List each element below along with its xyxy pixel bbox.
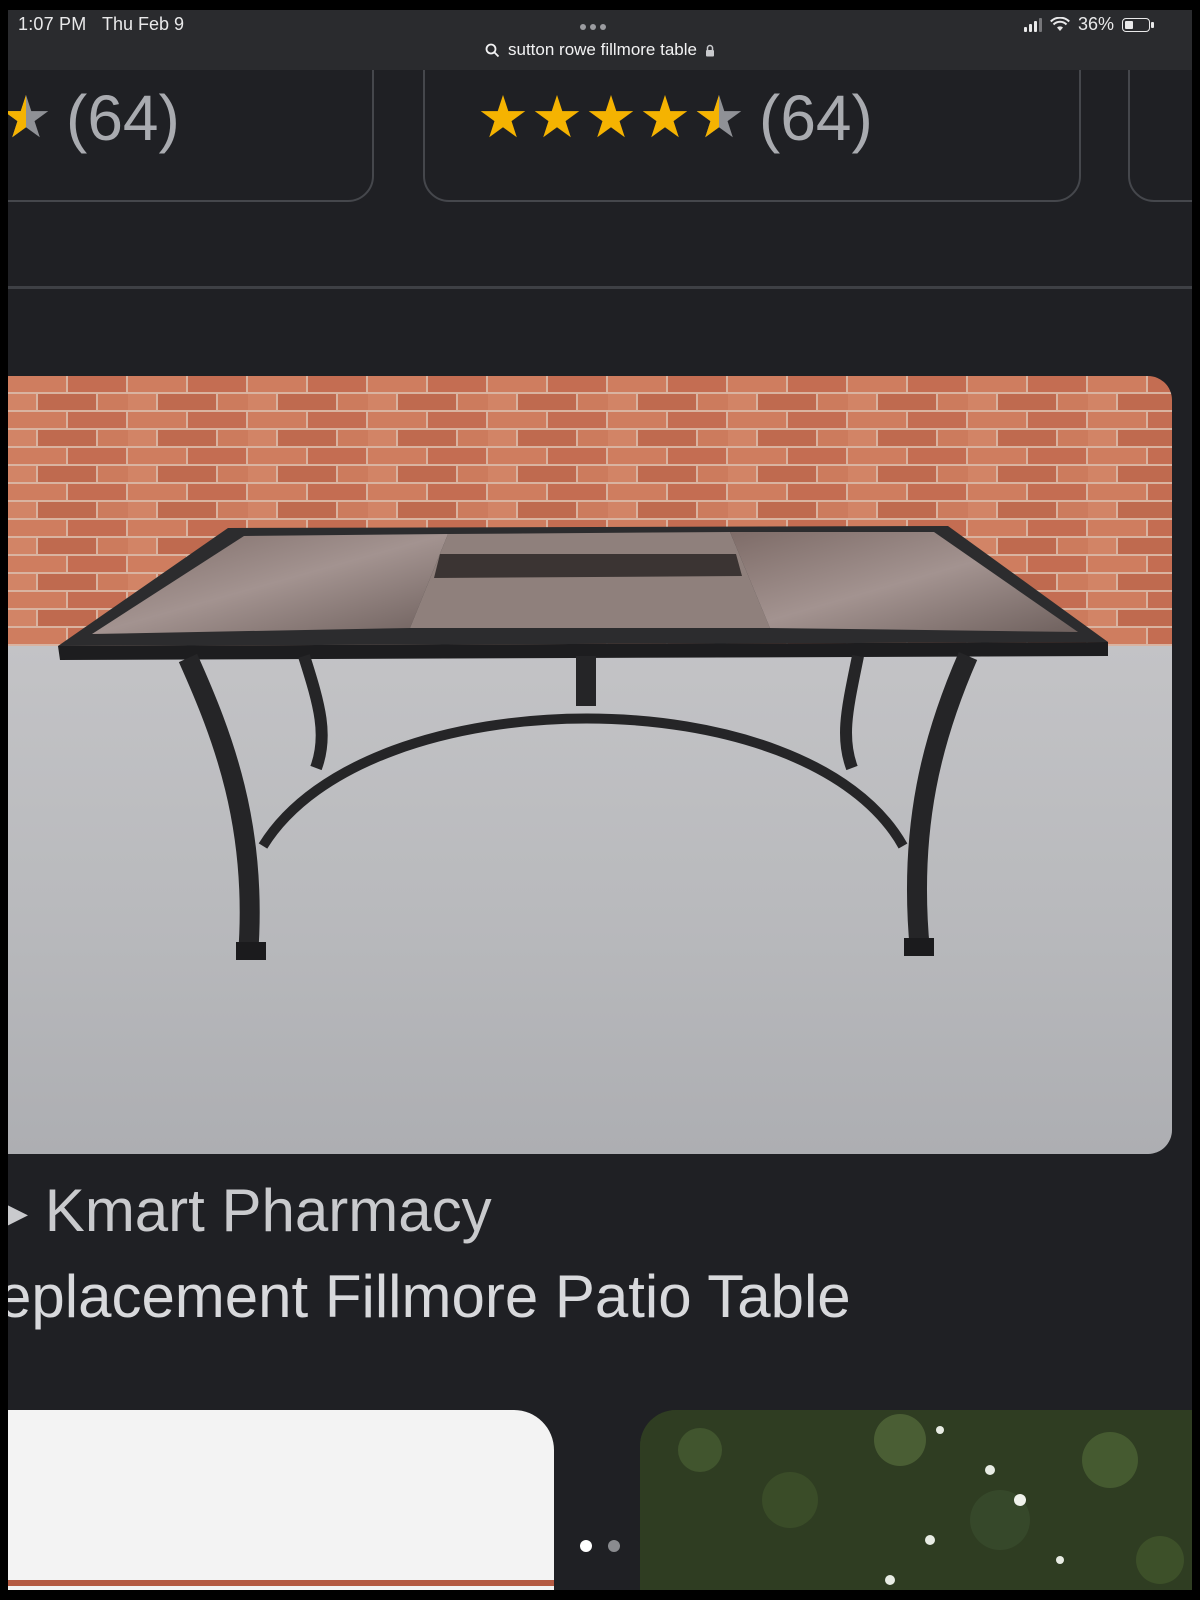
star-rating: ★★ [8,89,52,147]
pager-dot[interactable] [608,1540,620,1552]
browser-screen: ★★ (64) ★ ★ ★ ★ ★★ (64) 1:07 PM Thu Feb … [8,10,1192,1590]
review-count: (64) [759,82,873,154]
battery-percent: 36% [1077,14,1114,34]
product-image[interactable] [8,376,1172,1154]
battery-icon [1122,17,1154,32]
lock-icon [705,44,714,56]
status-time: 1:07 PM [18,14,87,34]
url-text: sutton rowe fillmore table [508,40,697,59]
star-rating: ★ ★ ★ ★ ★★ [477,89,745,147]
star-icon: ★ [639,85,691,150]
status-date: Thu Feb 9 [102,14,185,34]
signal-icon [1023,17,1042,32]
pager-dot-active[interactable] [580,1540,592,1552]
store-name[interactable]: ▸ Kmart Pharmacy [8,1176,492,1246]
review-count: (64) [66,82,180,154]
half-star-icon: ★★ [693,85,745,150]
product-title[interactable]: eplacement Fillmore Patio Table [8,1262,851,1331]
result-thumbnail[interactable] [8,1410,554,1590]
more-dots-icon[interactable] [580,24,606,30]
result-thumbnail[interactable] [640,1410,1192,1590]
star-icon: ★ [477,85,529,150]
section-divider [8,286,1192,289]
status-bar: 1:07 PM Thu Feb 9 36% sutton rowe fillmo… [8,10,1192,70]
star-icon: ★★ [8,85,52,150]
url-bar[interactable]: sutton rowe fillmore table [8,40,1192,63]
carousel-pager[interactable] [580,1540,620,1552]
star-icon: ★ [585,85,637,150]
star-icon: ★ [531,85,583,150]
search-icon [485,43,500,57]
wifi-icon [1050,17,1070,31]
